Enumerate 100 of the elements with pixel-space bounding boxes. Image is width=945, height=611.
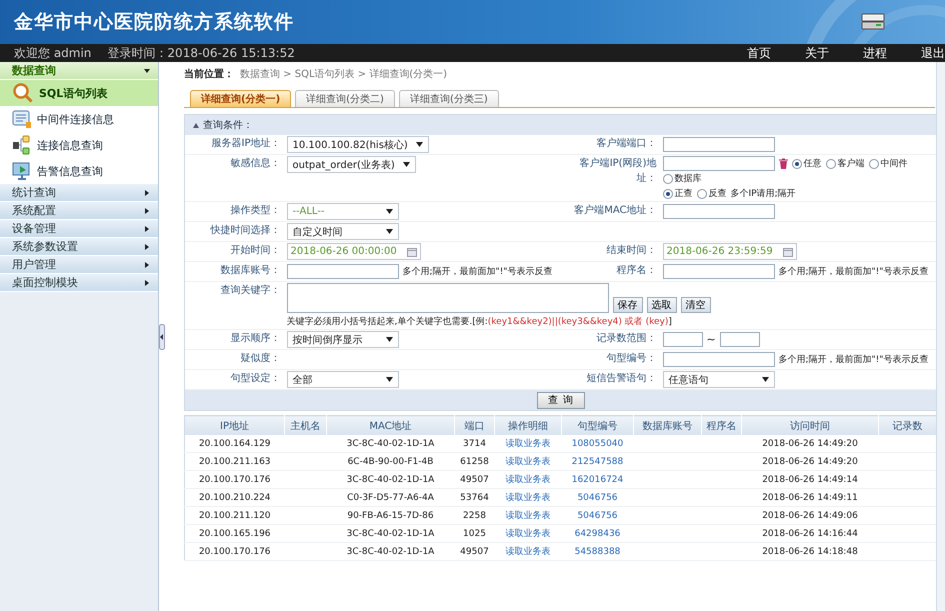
menu-item[interactable]: 中间件连接信息 [0,106,158,132]
table-link[interactable]: 162016724 [572,474,624,484]
table-cell: 20.100.170.176 [198,546,271,556]
nav-link[interactable]: 首页 [747,44,771,62]
action-button[interactable]: 保存 [612,297,643,313]
table-link[interactable]: 5046756 [577,492,618,502]
menu-item[interactable]: 告警信息查询 [0,158,158,184]
table-link[interactable]: 读取业务表 [506,511,550,521]
table-link[interactable]: 读取业务表 [506,475,550,485]
nav-link[interactable]: 退出 [921,44,945,62]
table-link[interactable]: 读取业务表 [506,529,550,539]
table-link[interactable]: 108055040 [572,438,624,448]
radio-option[interactable]: 反查 [696,187,726,200]
tilde-separator: ~ [706,333,716,346]
server-icon [861,13,885,31]
nav-link[interactable]: 进程 [863,44,887,62]
radio-button[interactable] [826,158,836,168]
menu-section[interactable]: 系统参数设置 [0,238,158,256]
collapse-handle-icon[interactable] [159,324,165,350]
tab[interactable]: 详细查询(分类一) [190,90,292,107]
action-button[interactable]: 清空 [680,297,711,313]
menu-section[interactable]: 设备管理 [0,220,158,238]
radio-button[interactable] [662,188,672,198]
field-label: 敏感信息： [230,158,281,169]
table-link[interactable]: 读取业务表 [506,457,550,467]
table-link[interactable]: 读取业务表 [506,439,550,449]
table-cell: 20.100.211.163 [198,456,271,466]
table-link[interactable]: 64298436 [574,528,620,538]
input-field[interactable] [720,332,760,347]
monitor-icon [12,161,32,181]
column-header: 端口 [454,416,494,435]
table-cell: 2018-06-26 14:49:11 [762,492,858,502]
table-cell: 49507 [460,546,489,556]
radio-option[interactable]: 客户端 [826,157,864,170]
table-cell: 3714 [463,438,486,448]
caret-icon [144,68,150,74]
action-button[interactable]: 选取 [646,297,677,313]
input-field[interactable] [662,352,774,367]
table-link[interactable]: 54588388 [574,546,620,556]
radio-option[interactable]: 数据库 [662,172,702,185]
welcome-text: 欢迎您 admin [14,44,92,62]
menu-item[interactable]: 连接信息查询 [0,132,158,158]
radio-button[interactable] [792,158,802,168]
keyword-textarea[interactable] [286,283,609,313]
menu-item[interactable]: SQL语句列表 [0,80,158,106]
column-header: 数据库账号 [634,416,702,435]
input-field[interactable] [662,264,774,279]
table-cell: 20.100.164.129 [198,438,271,448]
radio-option[interactable]: 正查 [662,187,692,200]
menu-section[interactable]: 桌面控制模块 [0,274,158,292]
calendar-icon[interactable] [406,246,417,256]
input-field[interactable] [662,332,702,347]
caret-icon [416,142,423,147]
field-label: 快捷时间选择： [210,225,281,236]
trash-icon[interactable] [778,158,788,169]
hint-text: 多个用;隔开，最前面加"!"号表示反查 [778,354,930,366]
table-link[interactable]: 212547588 [572,456,624,466]
caret-icon [144,280,150,286]
dropdown[interactable]: 全部 [286,371,399,388]
dropdown[interactable]: 按时间倒序显示 [286,331,399,348]
dropdown[interactable]: 任意语句 [662,371,774,388]
radio-option[interactable]: 任意 [792,157,822,170]
table-cell: 2018-06-26 14:18:48 [762,546,858,556]
table-cell: 49507 [460,474,489,484]
nav-link[interactable]: 关于 [805,44,829,62]
caret-icon [402,162,410,167]
search-button[interactable]: 查 询 [537,392,585,408]
table-link[interactable]: 读取业务表 [506,493,550,503]
input-field[interactable] [286,264,399,279]
dropdown[interactable]: 10.100.100.82(his核心) [286,136,429,153]
menu-section[interactable]: 系统配置 [0,202,158,220]
calendar-icon[interactable] [782,246,793,256]
table-cell: 1025 [463,528,486,538]
table-cell: 2258 [463,510,486,520]
radio-button[interactable] [696,188,706,198]
radio-option[interactable]: 中间件 [868,157,908,170]
menu-section[interactable]: 用户管理 [0,256,158,274]
dropdown[interactable]: 自定义时间 [286,223,399,240]
menu-section[interactable]: 数据查询 [0,62,158,80]
radio-button[interactable] [868,158,878,168]
tab[interactable]: 详细查询(分类二) [295,90,395,107]
collapse-icon[interactable] [193,122,199,128]
tab[interactable]: 详细查询(分类三) [398,90,499,107]
dropdown[interactable]: outpat_order(业务表) [286,156,416,173]
input-field[interactable] [662,137,774,152]
column-header: 操作明细 [494,416,562,435]
radio-button[interactable] [662,174,672,184]
caret-icon [386,377,393,382]
login-time: 登录时间：2018-06-26 15:13:52 [107,44,295,62]
field-label: 句型设定： [230,373,281,384]
scrollbar[interactable] [936,62,945,611]
table-link[interactable]: 读取业务表 [506,547,550,557]
menu-section[interactable]: 统计查询 [0,184,158,202]
field-label: 客户端IP(网段)地址： [580,158,656,184]
input-field[interactable] [662,204,774,219]
table-link[interactable]: 5046756 [577,510,618,520]
table-cell: 90-FB-A6-15-7D-86 [347,510,434,520]
field-label: 查询关键字： [220,285,281,296]
table-cell: 2018-06-26 14:49:14 [762,474,858,484]
input-field[interactable] [662,156,774,171]
